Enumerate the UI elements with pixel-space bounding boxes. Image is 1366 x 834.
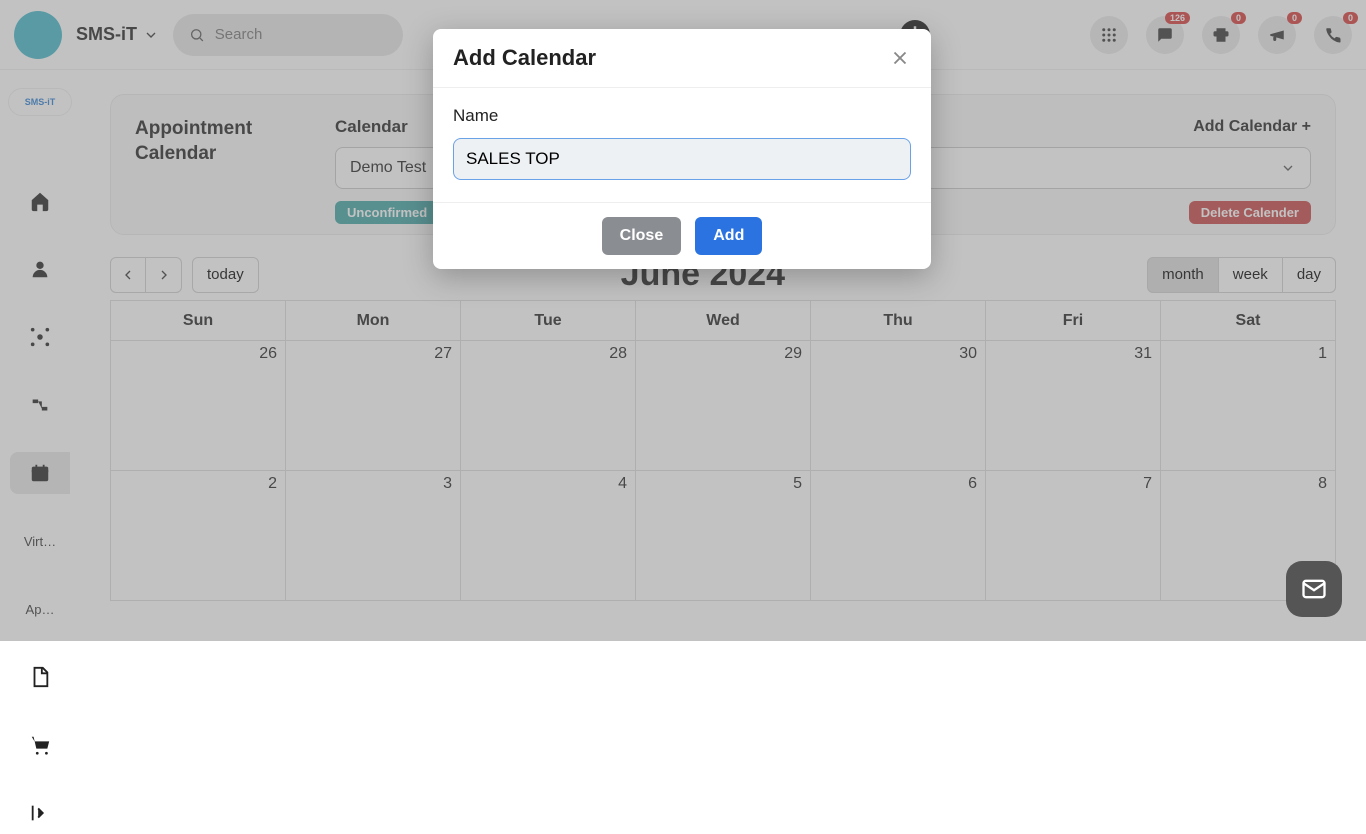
close-icon[interactable] — [889, 47, 911, 69]
sidebar-item-documents[interactable] — [0, 656, 80, 698]
calendar-name-input[interactable] — [453, 138, 911, 180]
sidebar-item-collapse[interactable] — [0, 792, 80, 834]
modal-close-button[interactable]: Close — [602, 217, 682, 255]
mail-icon — [1300, 575, 1328, 603]
name-field-label: Name — [453, 106, 911, 126]
modal-title: Add Calendar — [453, 45, 596, 71]
help-chat-fab[interactable] — [1286, 561, 1342, 617]
document-edit-icon — [29, 666, 51, 688]
modal-add-button[interactable]: Add — [695, 217, 762, 255]
add-calendar-modal: Add Calendar Name Close Add — [433, 29, 931, 269]
cart-icon — [29, 734, 51, 756]
sidebar-item-cart[interactable] — [0, 724, 80, 766]
collapse-icon — [29, 802, 51, 824]
